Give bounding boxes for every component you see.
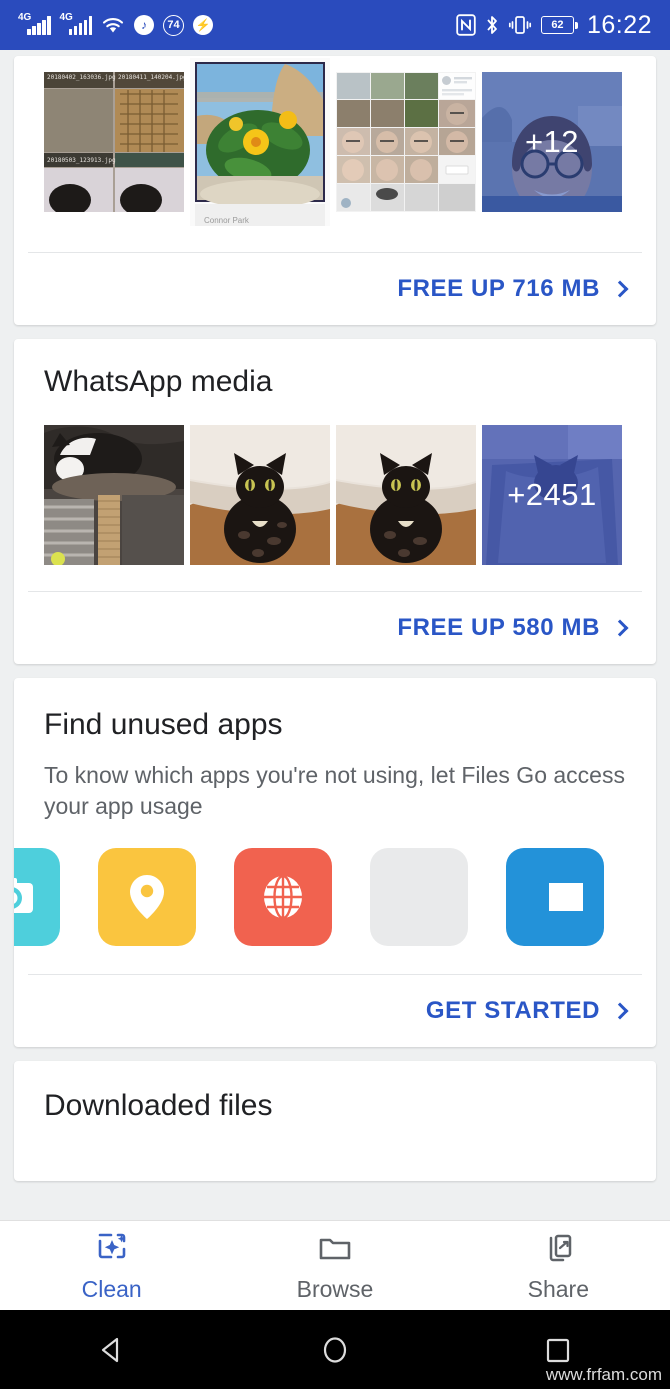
vibrate-icon xyxy=(508,16,531,34)
data-usage-badge: 74 xyxy=(163,14,184,36)
tab-clean-label: Clean xyxy=(81,1275,142,1302)
bluetooth-icon xyxy=(487,16,497,34)
more-items-count: +12 xyxy=(524,124,580,159)
status-bar-left: 4G 4G ♪ 74 ⚡ xyxy=(18,12,213,36)
more-items-count: +2451 xyxy=(507,477,597,512)
signal-strength-2: 4G xyxy=(60,12,92,35)
nfc-icon xyxy=(456,14,476,36)
flash-icon: ⚡ xyxy=(193,15,213,35)
back-triangle-icon[interactable] xyxy=(92,1330,132,1370)
messaging-app-icon xyxy=(506,848,604,947)
battery-indicator: 62 xyxy=(540,16,578,34)
maps-pin-app-icon xyxy=(98,848,196,947)
folder-icon xyxy=(319,1238,351,1259)
svg-text:20180411_140204.jpg: 20180411_140204.jpg xyxy=(118,74,184,81)
clock: 16:22 xyxy=(586,10,652,39)
junk-photos-card[interactable]: 20180402_163036.jpg 20180411_140204.jpg … xyxy=(14,56,656,325)
black-cat-thumbnail[interactable] xyxy=(190,425,330,565)
get-started-label: GET STARTED xyxy=(425,997,600,1025)
music-note-icon: ♪ xyxy=(134,15,154,35)
watermark-text: www.frfam.com xyxy=(545,1365,662,1384)
content-scroll-area[interactable]: 20180402_163036.jpg 20180411_140204.jpg … xyxy=(0,50,670,1220)
free-up-action-row[interactable]: FREE UP 580 MB xyxy=(14,592,656,664)
portrait-photo-thumbnail[interactable]: +12 xyxy=(482,72,622,212)
free-up-716mb-label: FREE UP 716 MB xyxy=(397,275,600,302)
placeholder-app-icon xyxy=(370,848,468,947)
svg-text:Connor Park: Connor Park xyxy=(204,216,250,225)
android-navigation-bar: www.frfam.com xyxy=(0,1310,670,1389)
signal-strength-1: 4G xyxy=(18,12,51,35)
find-unused-apps-title: Find unused apps xyxy=(44,708,283,741)
gallery-grid-thumbnail[interactable] xyxy=(336,72,476,212)
recents-square-icon[interactable] xyxy=(538,1330,578,1370)
clean-sparkle-icon xyxy=(98,1233,125,1258)
tab-browse-label: Browse xyxy=(296,1275,374,1302)
downloaded-files-title: Downloaded files xyxy=(44,1089,273,1123)
tab-share[interactable]: Share xyxy=(447,1221,670,1310)
black-cat-thumbnail-2[interactable] xyxy=(336,425,476,565)
find-unused-apps-card[interactable]: Find unused apps To know which apps you'… xyxy=(14,678,656,1048)
status-bar: 4G 4G ♪ 74 ⚡ 62 16:22 xyxy=(0,0,670,50)
chevron-right-icon xyxy=(611,280,629,298)
whatsapp-media-title: WhatsApp media xyxy=(44,365,273,398)
free-up-580mb-button[interactable]: FREE UP 580 MB xyxy=(397,614,629,642)
svg-text:20180402_163036.jpg: 20180402_163036.jpg xyxy=(47,74,116,81)
camera-app-icon xyxy=(14,848,60,947)
share-devices-icon xyxy=(550,1234,572,1261)
flower-photo-thumbnail[interactable]: Connor Park xyxy=(190,58,330,226)
bottom-navigation-bar: Clean Browse Share xyxy=(0,1220,670,1310)
app-icon-strip xyxy=(14,822,656,974)
downloaded-files-card[interactable]: Downloaded files xyxy=(14,1061,656,1182)
phone-screen: 4G 4G ♪ 74 ⚡ 62 16:22 20180402_163036.jp… xyxy=(0,0,670,1389)
tab-clean[interactable]: Clean xyxy=(0,1221,223,1310)
free-up-580mb-label: FREE UP 580 MB xyxy=(397,614,600,641)
cat-in-bag-thumbnail[interactable]: +2451 xyxy=(482,425,622,565)
get-started-action-row[interactable]: GET STARTED xyxy=(14,975,656,1047)
thumbnail-row: +2451 xyxy=(14,403,656,591)
thumbnail-row: 20180402_163036.jpg 20180411_140204.jpg … xyxy=(14,56,656,252)
status-bar-right: 62 16:22 xyxy=(456,11,652,40)
free-up-716mb-button[interactable]: FREE UP 716 MB xyxy=(397,275,629,303)
whatsapp-media-card[interactable]: WhatsApp media +2451 FREE UP 580 MB xyxy=(14,339,656,664)
find-unused-apps-description: To know which apps you're not using, let… xyxy=(44,762,625,820)
home-circle-icon[interactable] xyxy=(315,1330,355,1370)
free-up-action-row[interactable]: FREE UP 716 MB xyxy=(14,253,656,325)
cat-on-tree-thumbnail[interactable] xyxy=(44,425,184,565)
screenshot-collage-thumbnail[interactable]: 20180402_163036.jpg 20180411_140204.jpg … xyxy=(44,72,184,212)
tab-share-label: Share xyxy=(527,1275,589,1302)
wifi-icon xyxy=(102,18,124,33)
tab-browse[interactable]: Browse xyxy=(223,1221,446,1310)
get-started-button[interactable]: GET STARTED xyxy=(425,997,629,1025)
chevron-right-icon xyxy=(611,1002,629,1020)
browser-globe-app-icon xyxy=(234,848,332,947)
chevron-right-icon xyxy=(611,619,629,637)
svg-text:20180503_123913.jpg: 20180503_123913.jpg xyxy=(47,157,116,164)
